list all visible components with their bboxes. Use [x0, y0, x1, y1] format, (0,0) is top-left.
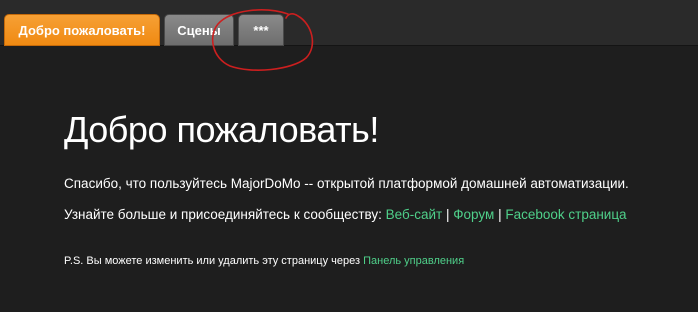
tab-welcome[interactable]: Добро пожаловать! [4, 14, 160, 46]
ps-text: P.S. Вы можете изменить или удалить эту … [64, 255, 364, 267]
community-text: Узнайте больше и присоединяйтесь к сообщ… [64, 207, 386, 222]
facebook-link[interactable]: Facebook страница [505, 207, 626, 222]
control-panel-link[interactable]: Панель управления [363, 255, 464, 267]
tab-scenes[interactable]: Сцены [164, 14, 234, 46]
tab-bar: Добро пожаловать! Сцены *** [0, 0, 698, 46]
page-title: Добро пожаловать! [64, 109, 379, 150]
intro-text: Спасибо, что пользуйтесь MajorDoMo -- от… [64, 176, 629, 191]
link-separator: | [446, 207, 450, 222]
website-link[interactable]: Веб-сайт [386, 207, 443, 222]
welcome-content: Добро пожаловать! Спасибо, что пользуйте… [64, 108, 684, 267]
link-separator: | [498, 207, 502, 222]
community-paragraph: Узнайте больше и присоединяйтесь к сообщ… [64, 207, 627, 222]
ps-paragraph: P.S. Вы можете изменить или удалить эту … [64, 255, 464, 267]
tab-extra[interactable]: *** [238, 14, 284, 46]
forum-link[interactable]: Форум [453, 207, 494, 222]
